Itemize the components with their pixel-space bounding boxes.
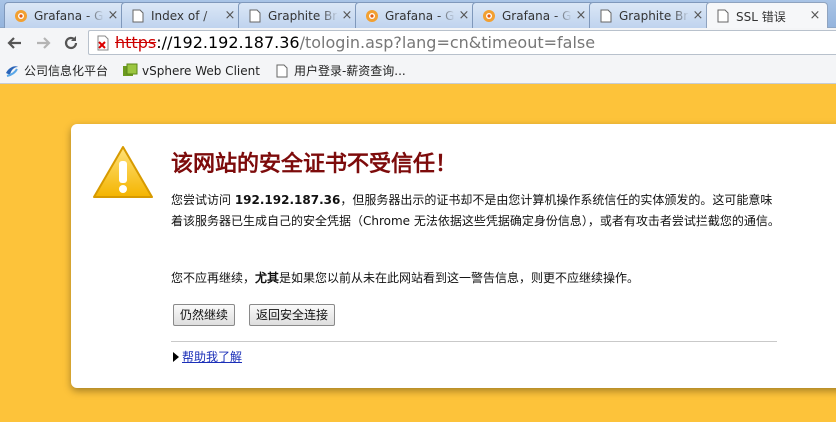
bookmark-label: vSphere Web Client — [142, 63, 260, 78]
ssl-warning-card: 该网站的安全证书不受信任！ 您尝试访问 192.192.187.36，但服务器出… — [71, 124, 836, 388]
company-icon — [4, 63, 20, 79]
bookmarks-bar: 公司信息化平台 vSphere Web Client 用户登录-薪资查询... — [0, 58, 836, 84]
grafana-icon — [13, 8, 29, 24]
tab-title: Grafana - Graphite — [502, 8, 572, 23]
expand-arrow-icon — [173, 351, 179, 362]
forward-arrow-icon — [37, 37, 51, 49]
tab-index[interactable]: Index of / × — [121, 2, 243, 28]
document-icon — [715, 8, 731, 24]
document-icon — [247, 8, 263, 24]
reload-icon — [64, 36, 78, 50]
close-icon[interactable]: × — [809, 9, 821, 22]
warning-icon — [91, 144, 155, 204]
close-icon[interactable]: × — [341, 9, 353, 22]
tab-title: Graphite Browser — [268, 8, 338, 23]
site-host: 192.192.187.36 — [234, 193, 341, 207]
back-to-safety-button[interactable]: 返回安全连接 — [249, 304, 336, 326]
proceed-anyway-button[interactable]: 仍然继续 — [173, 304, 236, 326]
tab-ssl-error[interactable]: SSL 错误 × — [706, 2, 828, 29]
tab-title: Grafana - Graphite — [385, 8, 455, 23]
reload-button[interactable] — [58, 30, 84, 56]
advice-prefix: 您不应再继续， — [171, 271, 256, 285]
tab-strip: Grafana - Graphite × Index of / × Graphi… — [0, 0, 836, 29]
page-title: 该网站的安全证书不受信任！ — [171, 151, 458, 177]
broken-lock-icon — [95, 35, 111, 51]
bookmark-user-login[interactable]: 用户登录-薪资查询... — [274, 62, 406, 79]
vsphere-icon — [122, 63, 138, 79]
address-bar[interactable]: https://192.192.187.36/tologin.asp?lang=… — [88, 30, 836, 55]
help-toggle[interactable]: 帮助我了解 — [173, 348, 242, 365]
tab-title: Index of / — [151, 8, 208, 23]
document-icon — [274, 63, 290, 79]
tab-grafana-3[interactable]: Grafana - Graphite × — [472, 2, 594, 28]
tab-grafana-2[interactable]: Grafana - Graphite × — [355, 2, 477, 28]
bookmark-label: 用户登录-薪资查询... — [293, 64, 406, 78]
url-path: /tologin.asp?lang=cn&timeout=false — [299, 33, 596, 52]
tab-graphite-2[interactable]: Graphite Browser × — [589, 2, 711, 28]
forward-button[interactable] — [30, 30, 56, 56]
advice-text: 您不应再继续，尤其是如果您以前从未在此网站看到这一警告信息，则更不应继续操作。 — [171, 268, 781, 289]
back-arrow-icon — [7, 37, 21, 49]
close-icon[interactable]: × — [692, 9, 704, 22]
bookmark-company-platform[interactable]: 公司信息化平台 — [4, 62, 108, 79]
close-icon[interactable]: × — [224, 9, 236, 22]
divider — [171, 341, 777, 342]
close-icon[interactable]: × — [107, 9, 119, 22]
bookmark-label: 公司信息化平台 — [24, 64, 109, 78]
close-icon[interactable]: × — [575, 9, 587, 22]
explanation-prefix: 您尝试访问 — [171, 193, 235, 207]
tab-title: Grafana - Graphite — [34, 8, 104, 23]
tab-graphite-1[interactable]: Graphite Browser × — [238, 2, 360, 28]
tab-grafana-1[interactable]: Grafana - Graphite × — [4, 2, 126, 28]
document-icon — [130, 8, 146, 24]
advice-suffix: 是如果您以前从未在此网站看到这一警告信息，则更不应继续操作。 — [279, 271, 640, 285]
grafana-icon — [364, 8, 380, 24]
tab-title: Graphite Browser — [619, 8, 689, 23]
url-scheme: https — [115, 33, 157, 52]
advice-emphasis: 尤其 — [255, 271, 280, 285]
document-icon — [598, 8, 614, 24]
bookmark-vsphere[interactable]: vSphere Web Client — [122, 63, 260, 79]
url-host: ://192.192.187.36 — [156, 33, 300, 52]
grafana-icon — [481, 8, 497, 24]
back-button[interactable] — [2, 30, 28, 56]
help-link[interactable]: 帮助我了解 — [182, 348, 242, 365]
explanation-text: 您尝试访问 192.192.187.36，但服务器出示的证书却不是由您计算机操作… — [171, 190, 781, 232]
tab-title: SSL 错误 — [736, 9, 786, 24]
close-icon[interactable]: × — [458, 9, 470, 22]
